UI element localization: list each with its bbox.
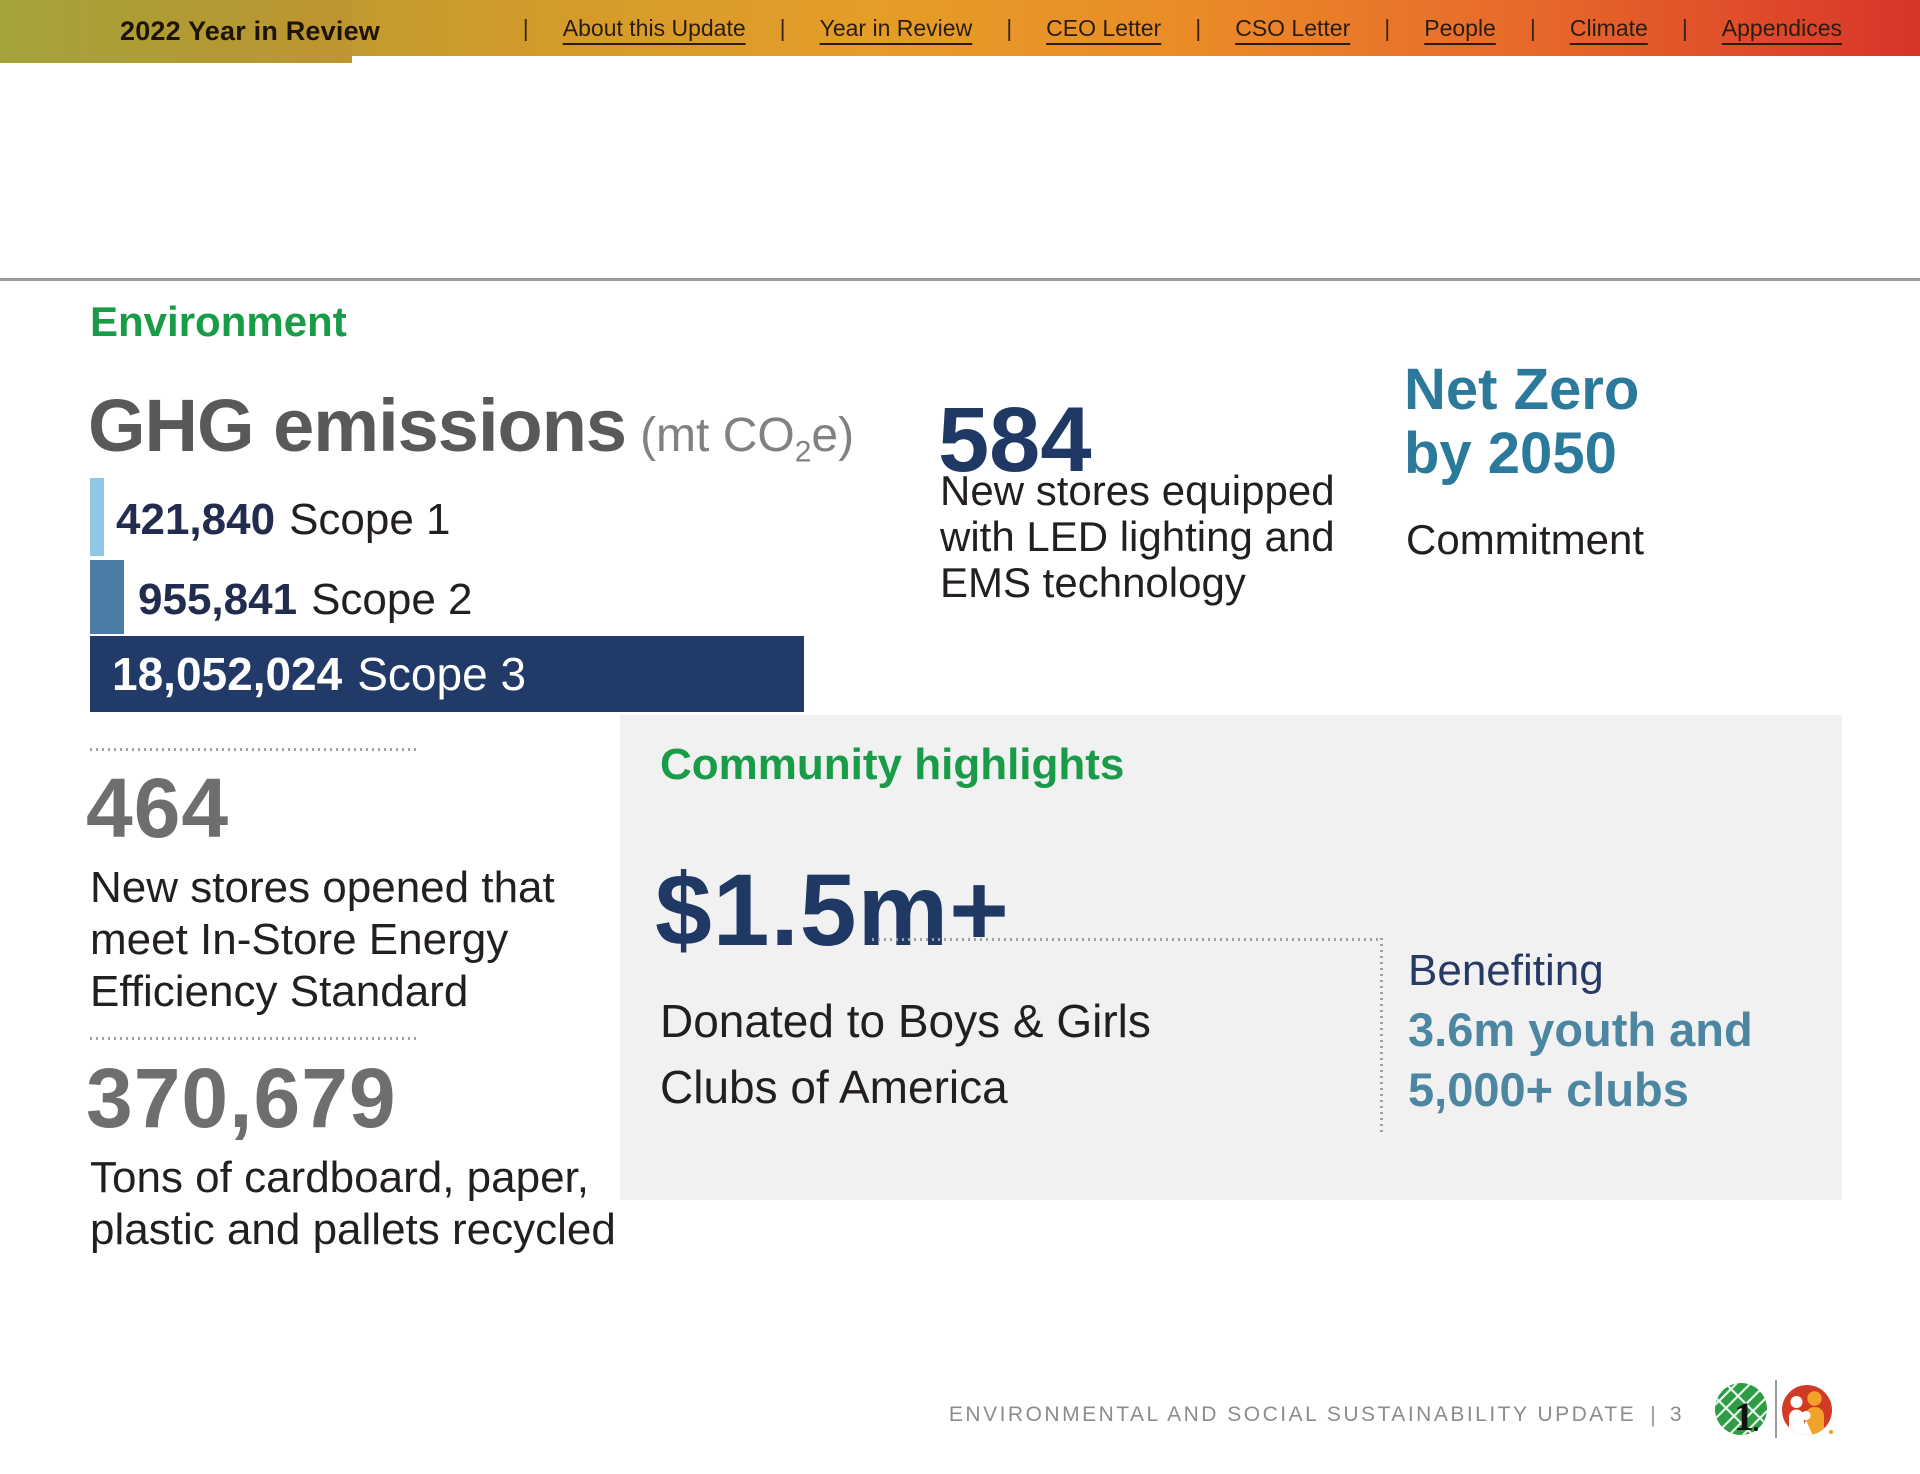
- ghg-unit: (mt CO2e): [640, 409, 854, 462]
- nav-separator: |: [523, 15, 529, 42]
- scope2-label: Scope 2: [311, 575, 472, 624]
- stat-new-stores-led-caption: New stores equipped with LED lighting an…: [940, 468, 1335, 606]
- footer-separator: |: [1650, 1402, 1656, 1428]
- ghg-title: GHG emissions: [88, 384, 626, 467]
- stat-stores-efficiency-caption: New stores opened that meet In-Store Ene…: [90, 862, 555, 1018]
- community-highlights-heading: Community highlights: [660, 740, 1124, 790]
- top-nav: | About this Update | Year in Review | C…: [523, 0, 1842, 56]
- report-title-tab: 2022 Year in Review: [0, 0, 352, 63]
- dotted-divider: [90, 1037, 420, 1040]
- dotted-divider: [90, 748, 420, 751]
- nav-link-climate[interactable]: Climate: [1570, 15, 1648, 42]
- nav-separator: |: [1384, 15, 1390, 42]
- scope1-label: Scope 1: [289, 495, 450, 544]
- donation-value: $1.5m+: [655, 852, 1010, 969]
- dollar-tree-dot-icon: [1754, 1427, 1758, 1431]
- nav-separator: |: [1682, 15, 1688, 42]
- nav-link-appendices[interactable]: Appendices: [1722, 15, 1842, 42]
- footer: ENVIRONMENTAL AND SOCIAL SUSTAINABILITY …: [949, 1402, 1684, 1428]
- donation-caption: Donated to Boys & Girls Clubs of America: [660, 988, 1151, 1120]
- report-page: 2022 Year in Review | About this Update …: [0, 0, 1920, 1474]
- stat-recycled-caption: Tons of cardboard, paper, plastic and pa…: [90, 1152, 616, 1256]
- top-nav-bar: 2022 Year in Review | About this Update …: [0, 0, 1920, 56]
- scope3-bar: 18,052,024 Scope 3: [90, 636, 804, 712]
- ghg-emissions-heading: GHG emissions (mt CO2e): [88, 383, 854, 470]
- net-zero-caption: Commitment: [1406, 516, 1644, 564]
- scope3-value: 18,052,024: [112, 647, 342, 701]
- nav-link-ceo-letter[interactable]: CEO Letter: [1046, 15, 1161, 42]
- nav-link-year-in-review[interactable]: Year in Review: [820, 15, 973, 42]
- nav-link-cso-letter[interactable]: CSO Letter: [1235, 15, 1350, 42]
- dotted-connector-horizontal: [872, 938, 1380, 941]
- dollar-tree-one-glyph: 1: [1734, 1394, 1754, 1439]
- scope3-label: Scope 3: [357, 647, 526, 701]
- company-logos: 1: [1714, 1378, 1844, 1440]
- report-title: 2022 Year in Review: [120, 16, 380, 47]
- benefit-detail: 3.6m youth and 5,000+ clubs: [1408, 1000, 1753, 1120]
- dollar-tree-logo: 1: [1714, 1382, 1770, 1440]
- scope1-bar: [90, 478, 104, 556]
- nav-separator: |: [780, 15, 786, 42]
- ghg-unit-close: e): [811, 409, 854, 462]
- benefit-intro: Benefiting: [1408, 946, 1604, 996]
- scope2-bar: [90, 560, 124, 634]
- scope2-row: 955,841 Scope 2: [138, 575, 473, 625]
- ghg-unit-open: (mt CO: [640, 409, 795, 462]
- family-dollar-dot-icon: [1829, 1430, 1833, 1434]
- stat-stores-efficiency-value: 464: [86, 760, 229, 857]
- nav-separator: |: [1530, 15, 1536, 42]
- net-zero-headline: Net Zero by 2050: [1404, 358, 1639, 486]
- section-divider-line: [0, 278, 1920, 281]
- ghg-unit-sub: 2: [795, 436, 812, 469]
- nav-link-people[interactable]: People: [1424, 15, 1496, 42]
- dotted-connector-vertical: [1380, 938, 1383, 1132]
- page-number: 3: [1670, 1403, 1684, 1427]
- nav-separator: |: [1006, 15, 1012, 42]
- stat-recycled-value: 370,679: [86, 1050, 397, 1147]
- nav-separator: |: [1195, 15, 1201, 42]
- environment-section-heading: Environment: [90, 298, 347, 346]
- scope2-value: 955,841: [138, 575, 297, 624]
- scope1-row: 421,840 Scope 1: [116, 495, 451, 545]
- family-dollar-logo: [1781, 1384, 1835, 1440]
- nav-link-about-this-update[interactable]: About this Update: [563, 15, 746, 42]
- logo-divider-line: [1775, 1380, 1777, 1438]
- footer-report-title: ENVIRONMENTAL AND SOCIAL SUSTAINABILITY …: [949, 1403, 1636, 1427]
- scope1-value: 421,840: [116, 495, 275, 544]
